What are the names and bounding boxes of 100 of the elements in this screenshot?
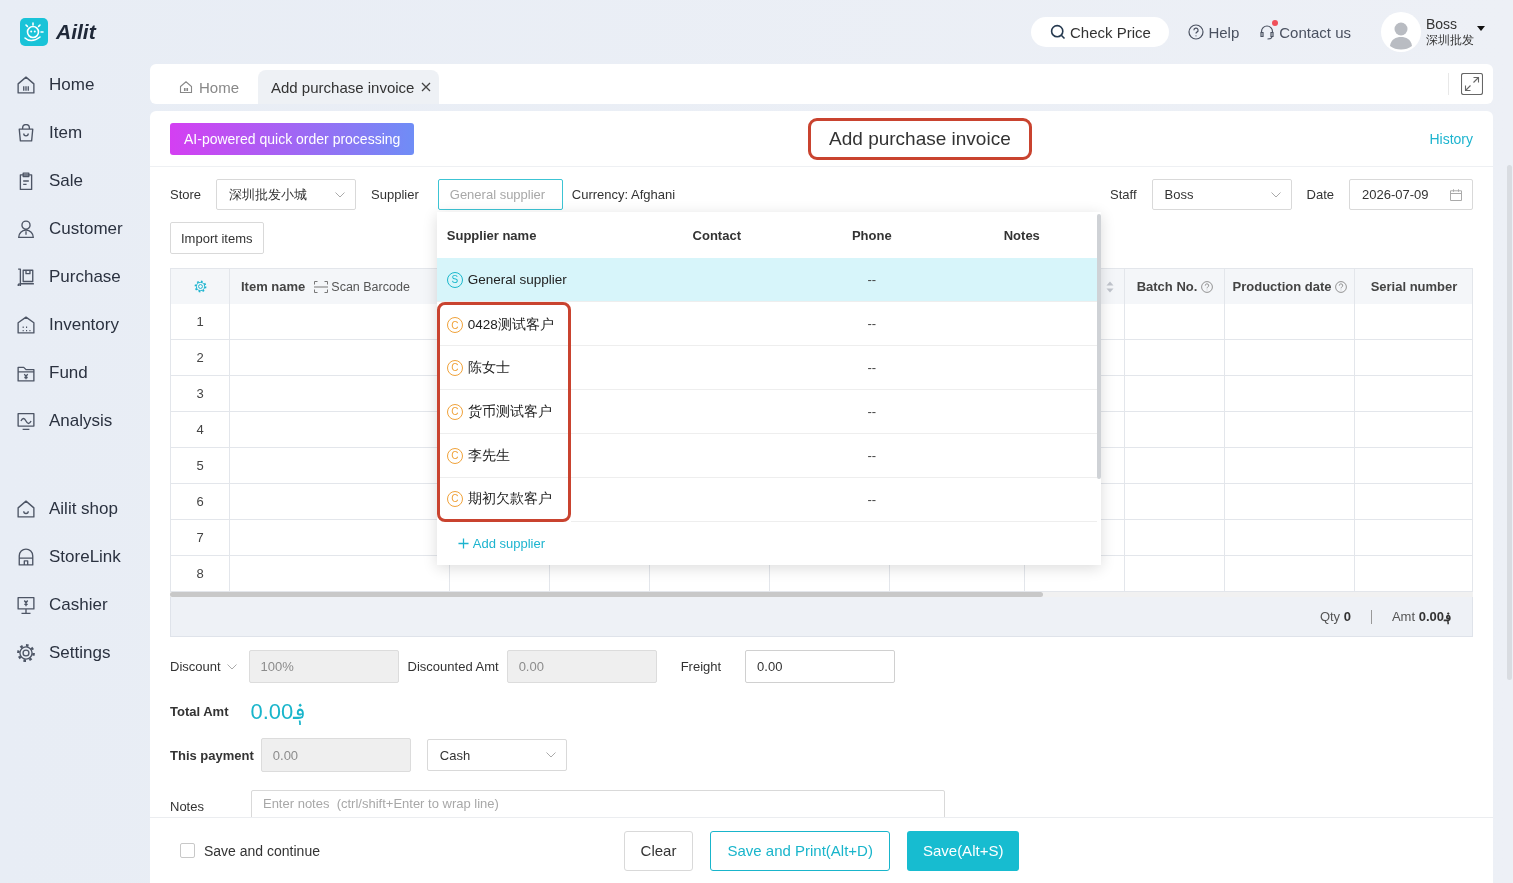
sort-icon[interactable] xyxy=(1106,280,1114,293)
chevron-down-icon xyxy=(335,191,346,198)
supplier-details[interactable]: -- xyxy=(570,434,1097,478)
scan-icon xyxy=(314,280,329,293)
row-number: 7 xyxy=(196,530,204,545)
sidebar-item[interactable]: Sale xyxy=(0,160,142,202)
tab[interactable]: Home xyxy=(164,70,256,104)
notes-field[interactable]: Enter notes (ctrl/shift+Enter to wrap line) xyxy=(250,790,945,817)
app-name: Ailit xyxy=(56,20,96,44)
help-link[interactable]: Help xyxy=(1188,23,1240,41)
settings-icon xyxy=(17,644,35,662)
discounted-amount-label: Discounted Amt xyxy=(407,659,499,674)
column-header: Batch No. xyxy=(1136,279,1198,294)
contact-link[interactable]: Contact us xyxy=(1259,23,1351,41)
column-header: Contact xyxy=(691,227,742,243)
row-number: 2 xyxy=(196,350,204,365)
payment-label: This payment xyxy=(170,747,254,763)
freight-label: Freight xyxy=(680,659,722,674)
sidebar-item[interactable]: Home xyxy=(0,64,142,106)
sidebar-item[interactable]: Fund xyxy=(0,352,142,394)
row-number: 3 xyxy=(196,386,204,401)
search-icon xyxy=(1050,24,1066,40)
page-title: Add purchase invoice xyxy=(808,117,1032,160)
import-items-button[interactable]: Import items xyxy=(170,222,264,254)
supplier-option[interactable]: C 李先生 xyxy=(439,434,568,478)
currency-label: Currency: Afghani xyxy=(571,187,676,202)
notes-label: Notes xyxy=(170,798,204,814)
supplier-details[interactable]: -- xyxy=(570,258,1097,302)
bag-icon xyxy=(17,124,35,142)
clipboard-icon xyxy=(17,172,35,190)
logo-icon xyxy=(20,18,48,46)
sidebar-item[interactable]: Cashier xyxy=(0,584,142,626)
row-number: 8 xyxy=(196,566,204,581)
row-number: 5 xyxy=(196,458,204,473)
storefront-icon xyxy=(17,548,35,566)
sidebar-item[interactable]: Settings xyxy=(0,632,142,674)
close-icon[interactable] xyxy=(421,82,432,92)
store-select[interactable]: 深圳批发小城 xyxy=(216,179,357,210)
scan-barcode-button[interactable]: Scan Barcode xyxy=(314,279,410,294)
sidebar-item[interactable]: Inventory xyxy=(0,304,142,346)
tab[interactable]: Add purchase invoice xyxy=(258,70,440,104)
save-continue-label: Save and continue xyxy=(204,842,320,859)
home-icon xyxy=(17,76,35,94)
sidebar-item[interactable]: Analysis xyxy=(0,400,142,442)
expand-icon[interactable] xyxy=(1461,73,1483,95)
home-icon xyxy=(179,80,193,94)
sidebar-item[interactable]: Ailit shop xyxy=(0,488,142,530)
sidebar-item[interactable]: Customer xyxy=(0,208,142,250)
column-header: Supplier name xyxy=(445,227,538,243)
date-field[interactable]: 2026-07-09 xyxy=(1349,179,1473,210)
plus-icon xyxy=(457,538,469,549)
supplier-option[interactable]: C 0428测试客户 xyxy=(439,305,568,346)
caret-down-icon[interactable] xyxy=(1477,25,1485,31)
staff-select[interactable]: Boss xyxy=(1151,179,1292,210)
clear-button[interactable]: Clear xyxy=(623,830,694,871)
supplier-field[interactable]: General supplier xyxy=(437,179,563,210)
supplier-details[interactable]: -- xyxy=(570,390,1097,434)
supplier-label: Supplier xyxy=(371,187,419,202)
sidebar-item[interactable]: StoreLink xyxy=(0,536,142,578)
help-icon xyxy=(1335,280,1348,293)
supplier-option[interactable]: C 货币测试客户 xyxy=(439,390,568,434)
checkbox[interactable] xyxy=(180,843,195,858)
folder-icon xyxy=(17,364,35,382)
supplier-option[interactable]: S General supplier xyxy=(436,258,571,302)
supplier-details[interactable]: -- xyxy=(570,346,1097,390)
trolley-icon xyxy=(17,268,35,286)
freight-field[interactable]: 0.00 xyxy=(745,650,896,683)
sidebar-item[interactable]: Purchase xyxy=(0,256,142,298)
date-label: Date xyxy=(1306,187,1334,202)
settings-icon[interactable] xyxy=(192,279,208,294)
chevron-down-icon xyxy=(1270,191,1281,198)
horizontal-scrollbar[interactable] xyxy=(170,592,1473,597)
check-price-button[interactable]: Check Price xyxy=(1031,17,1170,47)
column-header: Item name xyxy=(241,279,306,294)
supplier-details[interactable]: -- xyxy=(570,478,1097,522)
column-header: Phone xyxy=(850,227,893,243)
supplier-option[interactable]: C 陈女士 xyxy=(439,346,568,390)
supplier-details[interactable]: -- xyxy=(570,302,1097,346)
warehouse-icon xyxy=(17,316,35,334)
person-icon xyxy=(17,220,35,238)
chevron-down-icon xyxy=(545,752,556,758)
total-amount: 0.00؋ xyxy=(250,698,307,725)
user-name: Boss xyxy=(1426,15,1459,34)
ai-order-button[interactable]: AI-powered quick order processing xyxy=(170,122,415,155)
chart-monitor-icon xyxy=(17,412,35,430)
help-icon xyxy=(1201,280,1214,293)
sidebar-item[interactable]: Item xyxy=(0,112,142,154)
total-amount-label: Total Amt xyxy=(170,704,229,719)
supplier-option[interactable]: C 期初欠款客户 xyxy=(439,478,568,519)
company-name: 深圳批发 xyxy=(1426,33,1474,49)
house-icon xyxy=(17,500,35,518)
staff-label: Staff xyxy=(1110,187,1137,202)
column-header: Production date xyxy=(1232,279,1332,294)
quantity-total: Qty 0 xyxy=(1319,609,1351,624)
row-number: 4 xyxy=(196,422,204,437)
avatar-icon[interactable] xyxy=(1381,12,1421,52)
scrollbar-thumb[interactable] xyxy=(170,592,1043,597)
store-label: Store xyxy=(170,187,202,202)
column-header: Serial number xyxy=(1370,279,1458,294)
monitor-icon xyxy=(17,596,35,614)
